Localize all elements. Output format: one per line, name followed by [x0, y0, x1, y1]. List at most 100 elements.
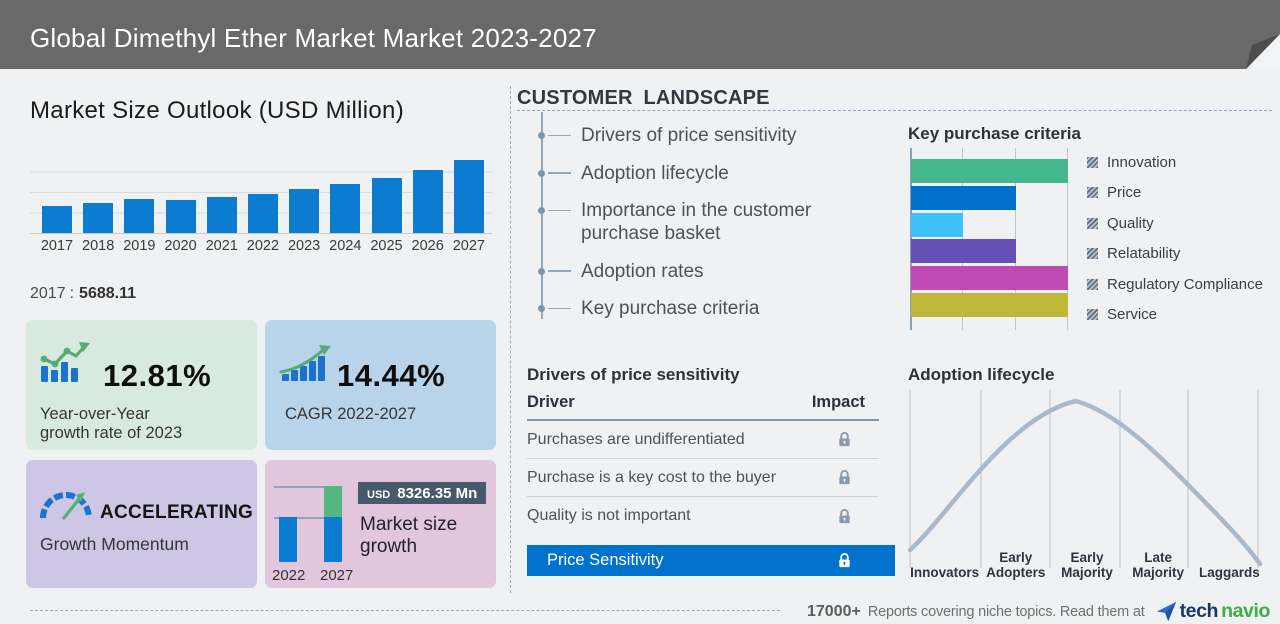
kp-legend-label: Innovation	[1107, 154, 1176, 171]
market-bar-column-2021: 2021	[203, 152, 241, 233]
market-bar-column-2017: 2017	[38, 152, 76, 233]
page-fold-corner-decoration	[1180, 0, 1280, 69]
header-bar: Global Dimethyl Ether Market Market 2023…	[0, 0, 1280, 69]
market-bar-year-label: 2026	[412, 238, 444, 254]
lock-icon-white	[836, 552, 853, 569]
kp-bar-regulatory-compliance	[911, 266, 1068, 290]
kp-legend-label: Service	[1107, 306, 1157, 323]
page-title: Global Dimethyl Ether Market Market 2023…	[30, 23, 597, 54]
cagr-label: CAGR 2022-2027	[285, 405, 416, 424]
key-purchase-criteria-title: Key purchase criteria	[908, 124, 1081, 144]
market-bar-year-label: 2024	[329, 238, 361, 254]
market-bar-2025	[372, 178, 402, 233]
momentum-status: ACCELERATING	[100, 502, 253, 524]
kp-bar-service	[911, 293, 1068, 317]
kp-legend-label: Relatability	[1107, 245, 1180, 262]
yoy-growth-value: 12.81%	[103, 358, 211, 394]
footer-text: Reports covering niche topics. Read them…	[868, 604, 1145, 620]
market-size-growth-card: 2022 2027 USD 8326.35 Mn Market size gro…	[265, 460, 496, 588]
cagr-card: 14.44% CAGR 2022-2027	[265, 320, 496, 450]
market-bar-year-label: 2025	[370, 238, 402, 254]
callout-separator: :	[70, 285, 74, 302]
adoption-stage-label-late-majority: LateMajority	[1123, 544, 1194, 580]
list-item-importance-purchase-basket: Importance in the customer purchase bask…	[539, 199, 861, 245]
technavio-logo: technavio	[1156, 600, 1270, 623]
market-outlook-title: Market Size Outlook (USD Million)	[30, 97, 404, 125]
driver-row-undifferentiated: Purchases are undifferentiated	[527, 421, 879, 459]
vertical-dashed-divider	[510, 86, 511, 593]
market-bar-year-label: 2017	[41, 238, 73, 254]
footer-dashed-line	[30, 610, 780, 611]
market-bar-column-2020: 2020	[162, 152, 200, 233]
adoption-stage-label-early-adopters: EarlyAdopters	[980, 544, 1051, 580]
price-sensitivity-highlight-row: Price Sensitivity	[527, 545, 895, 576]
kp-bar-innovation	[911, 159, 1068, 183]
market-bar-column-2027: 2027	[450, 152, 488, 233]
mini-bar-2027-growth	[324, 486, 342, 517]
market-bar-year-label: 2019	[123, 238, 155, 254]
market-bar-column-2018: 2018	[79, 152, 117, 233]
kp-legend-label: Price	[1107, 184, 1141, 201]
growth-card-label: Market size growth	[360, 514, 457, 558]
market-bar-column-2023: 2023	[285, 152, 323, 233]
drivers-table-header: Driver Impact	[527, 393, 879, 421]
adoption-stage-label-early-majority: EarlyMajority	[1051, 544, 1122, 580]
hatched-swatch-icon	[1087, 279, 1098, 290]
market-bar-column-2024: 2024	[326, 152, 364, 233]
market-bar-2020	[166, 200, 196, 233]
callout-year: 2017	[30, 285, 66, 302]
rising-bars-arrow-icon	[279, 344, 333, 382]
market-bar-column-2025: 2025	[368, 152, 406, 233]
customer-landscape-list: Drivers of price sensitivity Adoption li…	[539, 124, 849, 335]
momentum-label: Growth Momentum	[40, 534, 189, 555]
market-bar-year-label: 2021	[206, 238, 238, 254]
kp-legend-item-quality: Quality	[1087, 212, 1263, 234]
market-bar-2027	[454, 160, 484, 233]
kp-bar-price	[911, 186, 1016, 210]
market-bar-year-label: 2027	[453, 238, 485, 254]
adoption-curve-svg	[908, 388, 1268, 570]
kp-legend-label: Quality	[1107, 215, 1154, 232]
market-bar-year-label: 2018	[82, 238, 114, 254]
lock-icon	[836, 431, 853, 448]
customer-landscape-title: CUSTOMER LANDSCAPE	[517, 87, 770, 110]
market-bar-column-2019: 2019	[120, 152, 158, 233]
brand-navio: navio	[1221, 600, 1270, 623]
mini-year-end: 2027	[320, 567, 353, 584]
customer-landscape-underline	[517, 110, 1272, 111]
mini-bar-2022	[279, 517, 297, 562]
market-bar-2019	[124, 199, 154, 233]
badge-currency: USD	[367, 489, 390, 501]
yoy-growth-card: 12.81% Year-over-Year growth rate of 202…	[26, 320, 257, 450]
growth-mini-chart: 2022 2027	[274, 486, 342, 562]
kp-legend-item-regulatory-compliance: Regulatory Compliance	[1087, 273, 1263, 295]
badge-value: 8326.35 Mn	[397, 485, 477, 502]
speedometer-icon	[38, 485, 94, 521]
market-bar-year-label: 2022	[247, 238, 279, 254]
mini-bar-2027-base	[324, 517, 342, 562]
bar-trend-icon	[38, 340, 92, 384]
kp-bar-relatability	[911, 239, 1016, 263]
yoy-growth-label: Year-over-Year growth rate of 2023	[40, 405, 182, 443]
kp-legend: Innovation Price Quality Relatability Regula…	[1087, 151, 1263, 326]
brand-tech: tech	[1180, 600, 1219, 623]
kp-legend-label: Regulatory Compliance	[1107, 276, 1263, 293]
hatched-swatch-icon	[1087, 157, 1098, 168]
kp-legend-item-innovation: Innovation	[1087, 151, 1263, 173]
lock-icon	[836, 508, 853, 525]
market-bar-column-2026: 2026	[409, 152, 447, 233]
market-bar-year-label: 2020	[164, 238, 196, 254]
driver-row-quality: Quality is not important	[527, 497, 879, 535]
adoption-stage-label-laggards: Laggards	[1194, 544, 1265, 580]
driver-row-key-cost: Purchase is a key cost to the buyer	[527, 459, 879, 497]
list-item-drivers-of-price-sensitivity: Drivers of price sensitivity	[539, 124, 861, 147]
adoption-lifecycle-title: Adoption lifecycle	[908, 365, 1054, 385]
market-bar-year-label: 2023	[288, 238, 320, 254]
hatched-swatch-icon	[1087, 218, 1098, 229]
market-bar-column-2022: 2022	[244, 152, 282, 233]
market-bar-2026	[413, 170, 443, 233]
growth-momentum-card: ACCELERATING Growth Momentum	[26, 460, 257, 588]
mini-year-start: 2022	[272, 567, 305, 584]
kp-bars	[911, 159, 1068, 317]
market-bar-2023	[289, 189, 319, 234]
